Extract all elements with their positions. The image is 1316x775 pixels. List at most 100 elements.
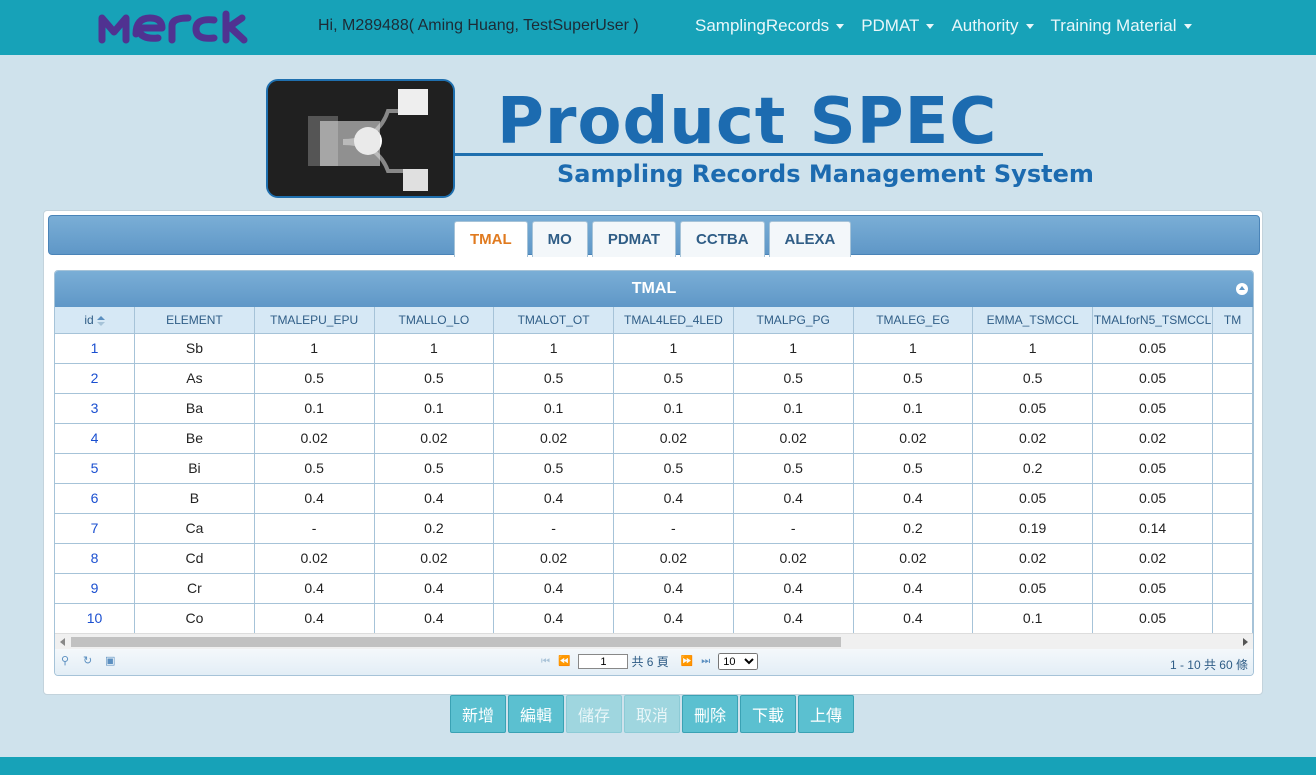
table-row[interactable]: 5 Bi 0.5 0.5 0.5 0.5 0.5 0.5 0.2 0.05 [55,453,1253,484]
last-page-icon[interactable]: ⏭ [701,656,710,667]
refresh-icon[interactable]: ↻ [83,655,95,667]
menu-sampling-records[interactable]: SamplingRecords [695,16,845,36]
tab-pdmat[interactable]: PDMAT [591,221,677,257]
table-cell: 0.4 [853,573,974,604]
tab-cctba[interactable]: CCTBA [680,221,765,257]
scroll-right-icon[interactable] [1243,638,1248,646]
column-header[interactable]: id [55,307,136,334]
action-button-5[interactable]: 刪除 [682,695,738,733]
table-cell: 0.05 [1092,393,1214,424]
table-row[interactable]: 7 Ca -0.2- - -0.2 0.19 0.14 [55,513,1253,544]
merck-logo[interactable] [96,10,288,44]
table-row[interactable]: 4 Be 0.02 0.02 0.02 0.02 0.02 0.02 0.02 0.02 [55,423,1253,454]
menu-authority[interactable]: Authority [951,16,1034,36]
table-cell: 1 [733,333,854,364]
table-cell: 0.4 [853,483,974,514]
table-row[interactable]: 9 Cr 0.4 0.4 0.4 0.4 0.4 0.4 0.05 0.05 [55,573,1253,604]
action-button-2[interactable]: 編輯 [508,695,564,733]
row-id-cell: 7 [55,513,136,544]
tab-mo[interactable]: MO [531,221,588,257]
table-row[interactable]: 1 Sb 1 1 1 1 1 1 1 0.05 [55,333,1253,364]
column-header[interactable]: TMALforN5_TSMCCL [1092,307,1214,334]
menu-pdmat[interactable]: PDMAT [861,16,935,36]
column-header[interactable]: TMALEPU_EPU [254,307,375,334]
column-header[interactable]: TMALPG_PG [733,307,854,334]
table-cell: 0.05 [1092,483,1214,514]
table-cell: 0.05 [972,393,1094,424]
horizontal-scrollbar[interactable] [55,633,1253,649]
table-row[interactable]: 6 B 0.4 0.4 0.4 0.4 0.4 0.4 0.05 0.05 [55,483,1253,514]
table-cell: 0.5 [493,363,614,394]
table-cell: 1 [374,333,495,364]
column-header[interactable]: ELEMENT [134,307,255,334]
action-button-1[interactable]: 新增 [450,695,506,733]
main-panel: TMAL MO PDMAT CCTBA ALEXA TMAL id ELEMENT… [43,210,1263,695]
page-number-input[interactable] [578,654,629,669]
action-button-7[interactable]: 上傳 [798,695,854,733]
next-page-icon[interactable]: ⏩ [681,656,693,667]
scroll-left-icon[interactable] [60,638,65,646]
column-header[interactable]: TMALEG_EG [853,307,974,334]
rows-per-page-select[interactable]: 10 [718,653,759,670]
table-cell: Bi [134,453,255,484]
action-button-6[interactable]: 下載 [740,695,796,733]
action-button-4[interactable]: 取消 [624,695,680,733]
table-cell: 0.5 [374,453,495,484]
action-buttons: 新增 編輯 儲存 取消 刪除 下載 上傳 [450,695,856,733]
grid-caption: TMAL [55,271,1253,307]
table-cell: 0.4 [374,483,495,514]
column-header[interactable]: TMAL4LED_4LED [613,307,734,334]
table-row[interactable]: 2 As 0.5 0.5 0.5 0.5 0.5 0.5 0.5 0.05 [55,363,1253,394]
tab-tmal[interactable]: TMAL [454,221,528,257]
column-header-label: TMALforN5_TSMCCL [1093,312,1212,327]
column-header[interactable]: TMALOT_OT [493,307,614,334]
table-cell: 0.4 [733,603,854,634]
menu-label: PDMAT [861,16,920,35]
sort-icon[interactable] [96,315,105,326]
first-page-icon[interactable]: ⏮ [541,656,550,667]
tab-bar: TMAL MO PDMAT CCTBA ALEXA [48,215,1260,257]
table-row[interactable]: 3 Ba 0.1 0.1 0.1 0.1 0.1 0.1 0.05 0.05 [55,393,1253,424]
column-header[interactable]: TMALLO_LO [374,307,495,334]
table-cell: 0.1 [972,603,1094,634]
menu-label: SamplingRecords [695,16,830,35]
table-cell: 0.02 [853,543,974,574]
table-cell: Ca [134,513,255,544]
table-cell: 0.4 [254,603,375,634]
table-cell: 0.02 [853,423,974,454]
table-cell: 1 [613,333,734,364]
table-row[interactable]: 8 Cd 0.02 0.02 0.02 0.02 0.02 0.02 0.02 0.02 [55,543,1253,574]
user-greeting: Hi, M289488( Aming Huang, TestSuperUser … [318,17,639,34]
table-cell: 0.5 [853,363,974,394]
table-cell [1212,543,1253,574]
column-header[interactable]: EMMA_TSMCCL [972,307,1094,334]
table-cell: 0.4 [613,573,734,604]
action-button-3[interactable]: 儲存 [566,695,622,733]
tab-alexa[interactable]: ALEXA [768,221,852,257]
table-cell: 0.4 [493,603,614,634]
table-cell: 0.02 [733,423,854,454]
column-header-label: id [84,312,94,327]
table-cell: Ba [134,393,255,424]
menu-training-material[interactable]: Training Material [1051,16,1192,36]
table-cell: 0.2 [853,513,974,544]
table-cell: 0.1 [733,393,854,424]
scrollbar-thumb[interactable] [71,637,841,647]
main-menu: SamplingRecords PDMAT Authority Training… [695,16,1209,36]
table-cell: 0.4 [374,573,495,604]
table-cell: 0.4 [613,603,734,634]
table-row[interactable]: 10 Co 0.4 0.4 0.4 0.4 0.4 0.4 0.1 0.05 [55,603,1253,634]
table-cell: - [493,513,614,544]
columns-icon[interactable]: ▣ [105,655,117,667]
column-header-label: TMALLO_LO [398,312,470,327]
caret-down-icon [926,23,935,29]
table-cell: 0.1 [613,393,734,424]
collapse-icon[interactable] [1236,283,1248,295]
column-header[interactable]: TM [1212,307,1253,334]
prev-page-icon[interactable]: ⏪ [558,656,570,667]
search-icon[interactable]: ⚲ [61,655,73,667]
menu-label: Authority [951,16,1019,35]
table-cell: Cd [134,543,255,574]
table-cell: 0.4 [374,603,495,634]
table-cell: 1 [254,333,375,364]
